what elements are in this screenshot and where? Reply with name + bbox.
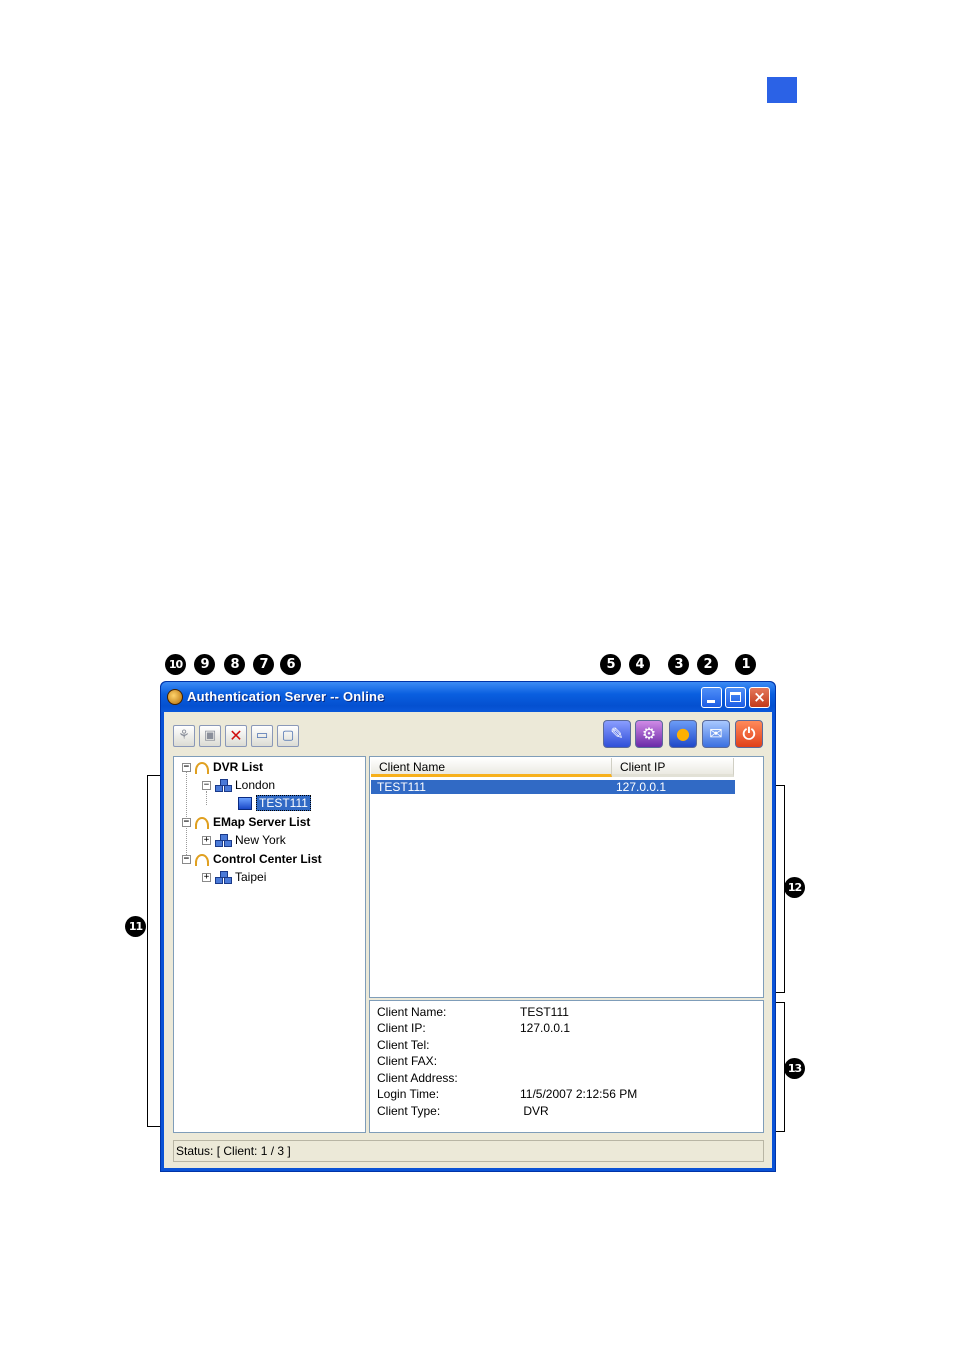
maximize-icon [730, 692, 741, 702]
tree-node-label: Control Center List [213, 852, 322, 866]
client-list[interactable]: Client Name Client IP TEST111 127.0.0.1 [369, 756, 764, 998]
tree-node-label: TEST111 [256, 795, 311, 811]
authentication-server-window: Authentication Server -- Online × ⚘ ▣ ✕ … [160, 681, 776, 1172]
client-ip-cell: 127.0.0.1 [616, 780, 667, 794]
tree-node-label: EMap Server List [213, 815, 311, 829]
callout-7: 7 [253, 654, 274, 675]
tree-node-control-center-list[interactable]: − Control Center List [182, 851, 322, 868]
server-icon: ▣ [203, 728, 217, 743]
power-button[interactable]: ⏻ [735, 720, 763, 748]
close-icon: × [753, 688, 766, 706]
delete-icon: ✕ [229, 726, 243, 745]
callout-4: 4 [629, 654, 650, 675]
minimize-button[interactable] [701, 687, 722, 708]
close-button[interactable]: × [749, 687, 770, 708]
detail-value: DVR [520, 1104, 549, 1118]
edit-button[interactable]: ✎ [603, 720, 631, 748]
tree-node-label: Taipei [235, 870, 267, 884]
callout-5: 5 [600, 654, 621, 675]
comment-button[interactable]: ▢ [277, 725, 299, 747]
pen-icon: ✎ [610, 724, 624, 743]
client-details: Client Name: TEST111 Client IP: 127.0.0.1 … [369, 1000, 764, 1133]
detail-label: Client IP: [377, 1021, 426, 1035]
computer-icon [238, 797, 252, 811]
column-header-client-ip[interactable]: Client IP [612, 758, 734, 777]
window-client-area: ⚘ ▣ ✕ ▭ ▢ ✎ ⚙ ● ✉ ⏻ − DVR List − London TE… [164, 712, 772, 1168]
expand-icon[interactable]: + [202, 836, 211, 846]
network-group-icon [215, 871, 232, 885]
client-name-cell: TEST111 [377, 780, 426, 794]
folder-icon [195, 816, 209, 829]
callout-8: 8 [224, 654, 245, 675]
detail-value: TEST111 [520, 1005, 569, 1019]
collapse-icon[interactable]: − [182, 855, 191, 865]
power-icon: ⏻ [742, 724, 756, 743]
tree-node-dvr-list[interactable]: − DVR List [182, 759, 263, 776]
tree-node-taipei[interactable]: + Taipei [202, 869, 266, 886]
column-header-client-name[interactable]: Client Name [371, 758, 612, 777]
network-icon: ⚘ [178, 728, 190, 743]
users-icon: ● [676, 724, 690, 743]
detail-label: Client Address: [377, 1071, 458, 1085]
window-title: Authentication Server -- Online [187, 689, 385, 704]
server-tree[interactable]: − DVR List − London TEST111 − EMap Server L… [173, 756, 366, 1133]
callout-2: 2 [697, 654, 718, 675]
app-icon [167, 689, 183, 705]
tree-node-label: London [235, 778, 276, 792]
detail-value: 127.0.0.1 [520, 1021, 571, 1035]
tree-node-label: New York [235, 833, 286, 847]
collapse-icon[interactable]: − [182, 818, 191, 828]
expand-icon[interactable]: + [202, 873, 211, 883]
callout-13: 13 [784, 1058, 805, 1079]
detail-value: 11/5/2007 2:12:56 PM [520, 1087, 638, 1101]
callout-9: 9 [194, 654, 215, 675]
tree-node-test111[interactable]: TEST111 [238, 795, 311, 812]
network-group-icon [215, 779, 232, 793]
detail-label: Client Tel: [377, 1038, 430, 1052]
collapse-icon[interactable]: − [182, 763, 191, 773]
title-bar[interactable]: Authentication Server -- Online × [161, 682, 775, 712]
maximize-button[interactable] [725, 687, 746, 708]
status-bar: Status: [ Client: 1 / 3 ] [173, 1140, 764, 1162]
callout-10: 10 [165, 654, 186, 675]
detail-label: Login Time: [377, 1087, 440, 1101]
settings-button[interactable]: ⚙ [635, 720, 663, 748]
tree-node-london[interactable]: − London [202, 777, 275, 794]
detail-label: Client Type: [377, 1104, 441, 1118]
mail-button[interactable]: ✉ [702, 720, 730, 748]
delete-button[interactable]: ✕ [225, 725, 247, 747]
detail-label: Client Name: [377, 1005, 447, 1019]
network-group-icon [215, 834, 232, 848]
settings-icon: ⚙ [641, 724, 657, 743]
mail-icon: ✉ [709, 724, 723, 743]
minimize-icon [707, 700, 715, 703]
tree-node-new-york[interactable]: + New York [202, 832, 286, 849]
page-corner-marker [767, 77, 797, 103]
callout-6: 6 [280, 654, 301, 675]
network-button[interactable]: ⚘ [173, 725, 195, 747]
comment-icon: ▢ [281, 728, 295, 743]
users-button[interactable]: ● [669, 720, 697, 748]
detail-label: Client FAX: [377, 1054, 438, 1068]
callout-1: 1 [735, 654, 756, 675]
callout-11: 11 [125, 916, 146, 937]
window-button[interactable]: ▭ [251, 725, 273, 747]
tree-node-label: DVR List [213, 760, 264, 774]
collapse-icon[interactable]: − [202, 781, 211, 791]
callout-12: 12 [784, 877, 805, 898]
folder-icon [195, 761, 209, 774]
tree-node-emap-server-list[interactable]: − EMap Server List [182, 814, 310, 831]
server-button[interactable]: ▣ [199, 725, 221, 747]
callout-3: 3 [668, 654, 689, 675]
window-icon: ▭ [255, 728, 269, 743]
folder-icon [195, 853, 209, 866]
table-row[interactable]: TEST111 127.0.0.1 [371, 780, 735, 794]
